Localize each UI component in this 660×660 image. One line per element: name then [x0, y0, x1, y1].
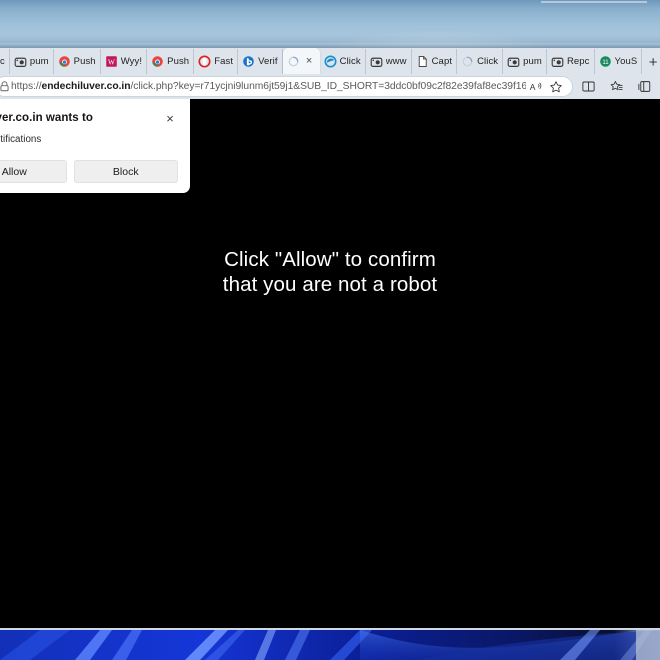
camera-icon: [507, 55, 520, 68]
tab[interactable]: Verif: [238, 49, 283, 74]
page-heading: Click "Allow" to confirm that you are no…: [0, 247, 660, 297]
url-domain: endechiluver.co.in: [41, 81, 131, 92]
tab-active[interactable]: ×: [282, 48, 320, 74]
tab-label: YouS: [614, 56, 638, 67]
tab-label: Click: [477, 56, 499, 67]
tab[interactable]: Click: [320, 49, 366, 74]
collections-icon[interactable]: [631, 76, 657, 98]
browser-window: c pum Push W Wyy! Push Fast Verif × Click www Capt C…: [0, 48, 660, 628]
tab-label: Push: [73, 56, 96, 67]
tab-close-icon[interactable]: ×: [303, 55, 316, 68]
loading-spinner-icon: [461, 55, 474, 68]
w-square-icon: W: [105, 55, 118, 68]
split-screen-icon[interactable]: [575, 76, 601, 98]
permission-dialog-header: echiluver.co.in wants to ×: [0, 110, 178, 126]
svg-text:W: W: [108, 57, 115, 66]
tab-label: Repc: [566, 56, 590, 67]
block-button[interactable]: Block: [73, 160, 178, 183]
tab[interactable]: Click: [457, 49, 504, 74]
camera-icon: [370, 55, 383, 68]
page-icon: [416, 55, 429, 68]
bing-icon: [242, 55, 255, 68]
tab[interactable]: c: [0, 49, 10, 74]
navigation-bar: https://endechiluver.co.in/click.php?key…: [0, 74, 660, 99]
notification-permission-dialog[interactable]: echiluver.co.in wants to × Show notifica…: [0, 99, 190, 193]
opera-icon: [198, 55, 211, 68]
wallpaper-highlight: [541, 1, 647, 3]
tab[interactable]: Fast: [194, 49, 239, 74]
tab-label: Verif: [258, 56, 278, 67]
permission-description: Show notifications: [0, 134, 42, 145]
desktop-wallpaper-top: [0, 0, 660, 48]
green-badge-icon: 11: [599, 55, 612, 68]
allow-button[interactable]: Allow: [0, 160, 67, 183]
tab[interactable]: Push: [54, 49, 101, 74]
svg-text:A: A: [530, 82, 536, 92]
tab-label: Capt: [431, 56, 453, 67]
tab[interactable]: Push: [147, 49, 195, 74]
site-info-icon[interactable]: [0, 80, 11, 94]
tab[interactable]: 11 YouS: [595, 49, 643, 74]
desktop-wallpaper-bottom: [0, 628, 660, 660]
loading-spinner-icon: [287, 55, 300, 68]
windows-bloom-wallpaper: [0, 630, 660, 660]
tab-label: Click: [339, 56, 361, 67]
edge-icon: [324, 55, 337, 68]
read-aloud-icon[interactable]: A: [526, 77, 546, 97]
tab-label: pum: [523, 56, 542, 67]
url-path: /click.php?key=r71ycjni9lunm6jt59j1&SUB_…: [130, 81, 526, 92]
close-icon[interactable]: ×: [162, 110, 178, 126]
permission-dialog-actions: Allow Block: [0, 160, 178, 183]
tab-strip[interactable]: c pum Push W Wyy! Push Fast Verif × Click www Capt C…: [0, 48, 660, 74]
tab[interactable]: www: [366, 49, 412, 74]
url-scheme: https://: [11, 81, 42, 92]
tab-label: www: [385, 56, 407, 67]
tab[interactable]: pum: [10, 49, 54, 74]
new-tab-button[interactable]: +: [646, 50, 660, 74]
tab[interactable]: Repc: [547, 49, 595, 74]
page-viewport: Click "Allow" to confirm that you are no…: [0, 99, 660, 628]
camera-icon: [14, 55, 27, 68]
address-bar[interactable]: https://endechiluver.co.in/click.php?key…: [0, 76, 573, 97]
tab-label: Push: [167, 56, 190, 67]
tab[interactable]: pum: [503, 49, 547, 74]
chrome-icon: [151, 55, 164, 68]
page-heading-line-1: Click "Allow" to confirm: [224, 248, 436, 271]
tab-label: c: [0, 56, 5, 67]
camera-icon: [551, 55, 564, 68]
chrome-icon: [58, 55, 71, 68]
favorite-star-icon[interactable]: [546, 77, 566, 97]
tab-label: Wyy!: [120, 56, 143, 67]
permission-dialog-title: echiluver.co.in wants to: [0, 112, 93, 124]
tab[interactable]: W Wyy!: [101, 49, 148, 74]
svg-text:11: 11: [602, 59, 609, 66]
tab[interactable]: Capt: [412, 49, 458, 74]
favorites-icon[interactable]: [603, 76, 629, 98]
address-bar-url[interactable]: https://endechiluver.co.in/click.php?key…: [11, 81, 526, 92]
tab-label: pum: [29, 56, 49, 67]
page-heading-line-2: that you are not a robot: [222, 273, 438, 296]
tab-label: Fast: [214, 56, 234, 67]
